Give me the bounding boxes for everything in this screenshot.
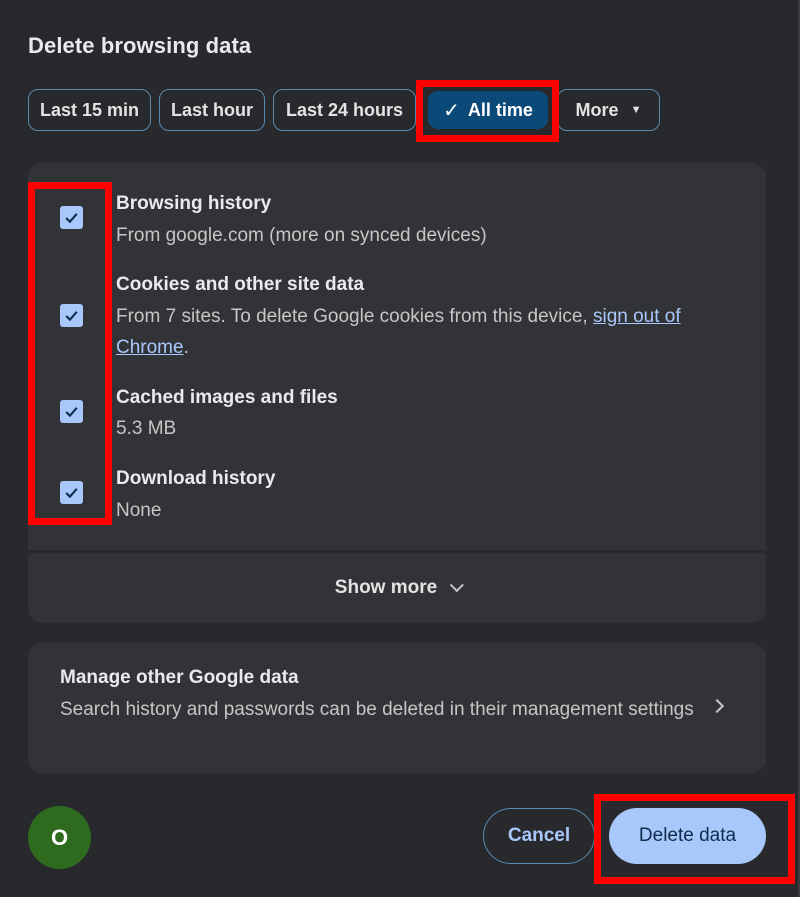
item-desc: From 7 sites. To delete Google cookies f… xyxy=(116,301,736,363)
chevron-down-icon xyxy=(449,578,465,593)
item-title: Download history xyxy=(116,468,276,489)
avatar: O xyxy=(28,806,91,869)
checkbox-download-history[interactable] xyxy=(60,481,83,504)
item-title: Cookies and other site data xyxy=(116,274,365,295)
chip-more-dropdown[interactable]: More ▼ xyxy=(557,89,660,131)
checkmark-icon xyxy=(65,311,78,322)
chevron-right-icon xyxy=(709,698,725,714)
show-more-button[interactable]: Show more xyxy=(28,553,766,623)
chip-last-15-min[interactable]: Last 15 min xyxy=(28,89,151,131)
chip-label: All time xyxy=(467,99,533,120)
manage-google-data-row[interactable]: Manage other Google data Search history … xyxy=(28,643,766,773)
cancel-button[interactable]: Cancel xyxy=(483,808,595,864)
manage-desc: Search history and passwords can be dele… xyxy=(60,699,694,720)
delete-data-button[interactable]: Delete data xyxy=(609,808,766,864)
caret-down-icon: ▼ xyxy=(630,104,642,116)
chip-all-time[interactable]: ✓ All time xyxy=(428,91,548,129)
delete-browsing-data-dialog: Delete browsing data Last 15 min Last ho… xyxy=(0,0,800,897)
checkmark-icon xyxy=(65,488,78,499)
chip-last-hour[interactable]: Last hour xyxy=(159,89,265,131)
dialog-title: Delete browsing data xyxy=(28,33,252,58)
chip-label: Last 24 hours xyxy=(285,99,404,120)
item-title: Cached images and files xyxy=(116,387,338,408)
checkmark-icon xyxy=(65,407,78,418)
chip-label: Last 15 min xyxy=(39,99,140,120)
chip-label: More xyxy=(575,99,619,120)
checkbox-browsing-history[interactable] xyxy=(60,206,83,229)
checkbox-cookies[interactable] xyxy=(60,304,83,327)
item-title: Browsing history xyxy=(116,193,272,214)
item-desc: 5.3 MB xyxy=(116,418,177,439)
item-desc-text: From 7 sites. To delete Google cookies f… xyxy=(116,306,593,327)
manage-title: Manage other Google data xyxy=(60,667,299,688)
chip-last-24-hours[interactable]: Last 24 hours xyxy=(273,89,416,131)
item-desc: From google.com (more on synced devices) xyxy=(116,225,487,246)
item-desc: None xyxy=(116,500,162,521)
chip-label: Last hour xyxy=(170,99,253,120)
check-icon: ✓ xyxy=(443,99,460,122)
checkbox-cached-images[interactable] xyxy=(60,400,83,423)
checkmark-icon xyxy=(65,213,78,224)
item-desc-end: . xyxy=(183,337,189,358)
show-more-label: Show more xyxy=(334,577,438,598)
